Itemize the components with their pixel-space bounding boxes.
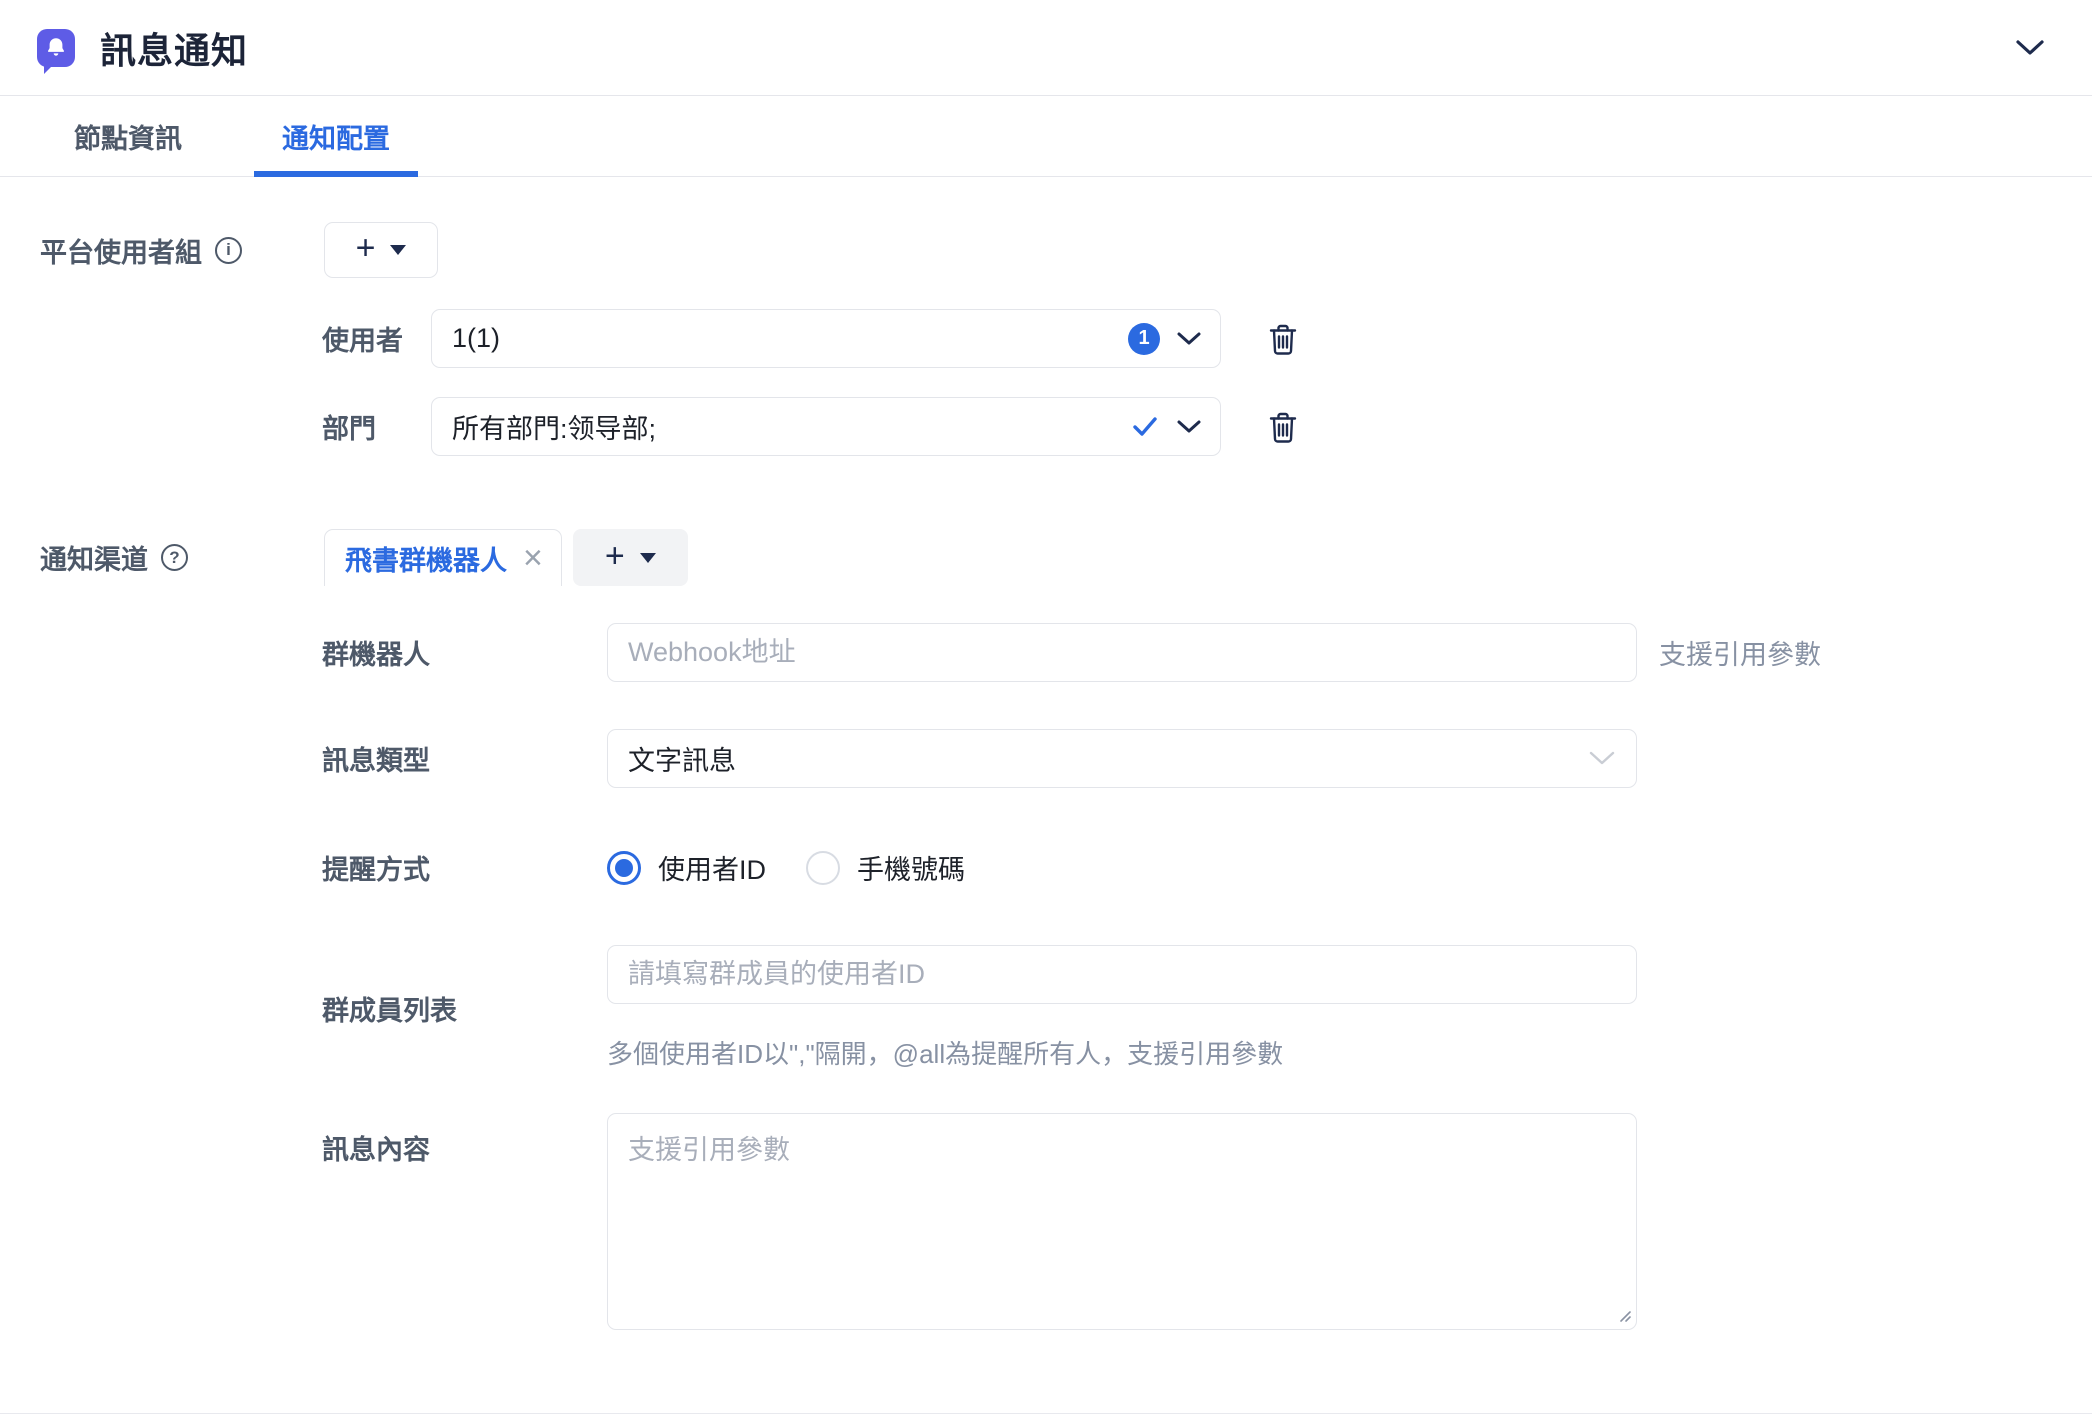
- close-icon[interactable]: ×: [521, 541, 545, 575]
- notify-channel-section: 通知渠道 ? 飛書群機器人 × + 群機器人: [40, 529, 2092, 1330]
- channel-chip-bar: 飛書群機器人 × +: [324, 529, 688, 586]
- webhook-hint: 支援引用參數: [1659, 633, 1821, 672]
- check-icon: [1132, 416, 1158, 438]
- group-members-input[interactable]: [607, 945, 1637, 1004]
- panel-header: 訊息通知: [0, 0, 2092, 96]
- radio-circle-icon: [806, 851, 840, 885]
- users-select[interactable]: 1(1) 1: [431, 309, 1221, 368]
- platform-user-group-section: 平台使用者組 i + 使用者 1(1) 1: [40, 222, 2092, 456]
- selected-count-badge: 1: [1128, 323, 1160, 355]
- notify-channel-label: 通知渠道: [40, 538, 148, 577]
- notify-config-form: 平台使用者組 i + 使用者 1(1) 1: [0, 177, 2092, 1330]
- caret-down-icon: [390, 245, 406, 255]
- trash-icon: [1267, 410, 1299, 444]
- panel-title: 訊息通知: [100, 22, 248, 74]
- message-type-label: 訊息類型: [322, 739, 607, 778]
- department-select-value: 所有部門:领导部;: [452, 407, 656, 446]
- plus-icon: +: [605, 539, 625, 573]
- message-notify-panel: 訊息通知 節點資訊 通知配置 平台使用者組 i +: [0, 0, 2092, 1416]
- department-select[interactable]: 所有部門:领导部;: [431, 397, 1221, 456]
- group-robot-row: 群機器人 支援引用參數: [322, 623, 2092, 682]
- chevron-down-icon: [2015, 39, 2045, 57]
- delete-department-row-button[interactable]: [1267, 410, 1299, 444]
- department-row: 部門 所有部門:领导部;: [322, 397, 2092, 456]
- department-label: 部門: [322, 407, 431, 446]
- help-icon[interactable]: ?: [161, 544, 188, 571]
- chevron-down-icon: [1176, 331, 1202, 347]
- tab-notify-config[interactable]: 通知配置: [254, 96, 418, 176]
- radio-circle-icon: [607, 851, 641, 885]
- remind-mode-label: 提醒方式: [322, 848, 607, 887]
- add-channel-button[interactable]: +: [573, 529, 688, 586]
- message-content-textarea[interactable]: [607, 1113, 1637, 1330]
- message-content-wrap: [607, 1113, 1637, 1330]
- group-robot-label: 群機器人: [322, 633, 607, 672]
- channel-chip-label: 飛書群機器人: [345, 539, 507, 578]
- message-content-label: 訊息內容: [322, 1113, 607, 1167]
- message-type-value: 文字訊息: [628, 739, 736, 778]
- tab-node-info[interactable]: 節點資訊: [46, 96, 210, 176]
- info-icon[interactable]: i: [215, 237, 242, 264]
- chevron-down-icon: [1176, 419, 1202, 435]
- add-user-group-button[interactable]: +: [324, 222, 438, 278]
- group-members-block: 多個使用者ID以","隔開，@all為提醒所有人，支援引用參數: [607, 945, 1637, 1071]
- remind-mode-row: 提醒方式 使用者ID 手機號碼: [322, 848, 2092, 887]
- delete-users-row-button[interactable]: [1267, 322, 1299, 356]
- plus-icon: +: [356, 231, 376, 265]
- tab-bar: 節點資訊 通知配置: [0, 96, 2092, 177]
- chevron-down-icon: [1588, 750, 1616, 767]
- users-select-value: 1(1): [452, 323, 500, 354]
- radio-user-id[interactable]: 使用者ID: [607, 848, 766, 887]
- users-row: 使用者 1(1) 1: [322, 309, 2092, 368]
- message-type-row: 訊息類型 文字訊息: [322, 729, 2092, 788]
- users-label: 使用者: [322, 319, 431, 358]
- webhook-input[interactable]: [607, 623, 1637, 682]
- caret-down-icon: [640, 553, 656, 563]
- channel-chip-feishu-bot[interactable]: 飛書群機器人 ×: [324, 529, 562, 586]
- group-members-hint: 多個使用者ID以","隔開，@all為提醒所有人，支援引用參數: [607, 1034, 1637, 1071]
- bottom-divider: [0, 1413, 2092, 1414]
- radio-phone-number[interactable]: 手機號碼: [806, 848, 965, 887]
- notification-bell-icon: [37, 29, 75, 67]
- platform-user-group-label: 平台使用者組: [40, 231, 202, 270]
- trash-icon: [1267, 322, 1299, 356]
- remind-mode-radio-group: 使用者ID 手機號碼: [607, 848, 1005, 887]
- group-members-label: 群成員列表: [322, 989, 607, 1028]
- message-type-select[interactable]: 文字訊息: [607, 729, 1637, 788]
- collapse-panel-button[interactable]: [2010, 28, 2050, 68]
- group-members-row: 群成員列表 多個使用者ID以","隔開，@all為提醒所有人，支援引用參數: [322, 945, 2092, 1071]
- message-content-row: 訊息內容: [322, 1113, 2092, 1330]
